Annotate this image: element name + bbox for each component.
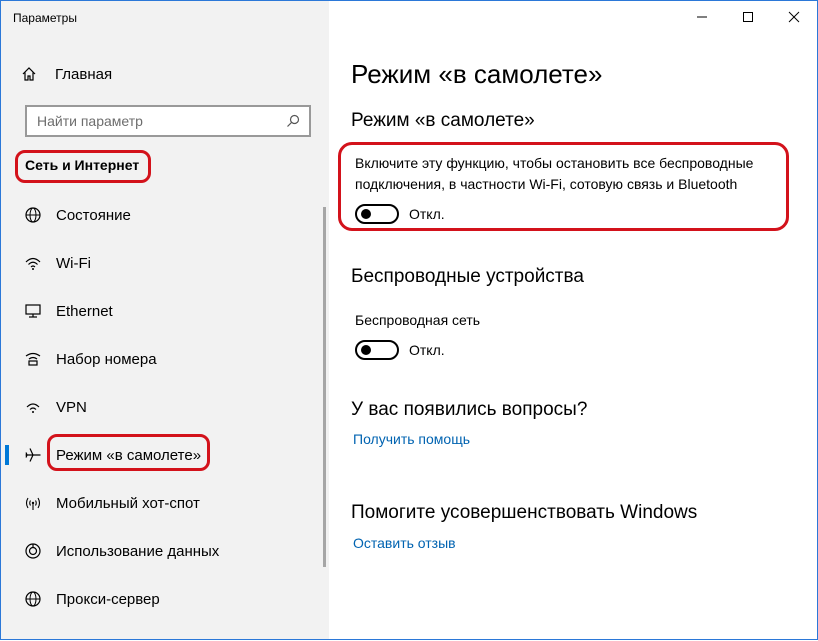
feedback-link[interactable]: Оставить отзыв	[353, 535, 456, 551]
sidebar-item-label: Мобильный хот-спот	[56, 494, 200, 512]
dialup-icon	[23, 349, 43, 369]
annotation-ring-toggle	[338, 142, 789, 231]
wireless-toggle-row[interactable]: Откл.	[355, 339, 445, 361]
sidebar-item-hotspot[interactable]: Мобильный хот-спот	[1, 479, 317, 527]
sidebar-item-label: Состояние	[56, 206, 131, 224]
sidebar-item-label: Набор номера	[56, 350, 157, 368]
proxy-globe-icon	[23, 589, 43, 609]
sidebar-item-label: Wi-Fi	[56, 254, 91, 272]
get-help-link[interactable]: Получить помощь	[353, 431, 470, 447]
annotation-ring-section	[15, 150, 151, 183]
wifi-icon	[23, 253, 43, 273]
wireless-network-toggle[interactable]	[355, 340, 399, 360]
monitor-icon	[23, 301, 43, 321]
sidebar-item-status[interactable]: Состояние	[1, 191, 317, 239]
sidebar-item-vpn[interactable]: VPN	[1, 383, 317, 431]
page-title: Режим «в самолете»	[351, 59, 603, 89]
wireless-heading: Беспроводные устройства	[351, 266, 584, 287]
sidebar-scrollbar[interactable]	[323, 207, 326, 567]
nav-list: Состояние Wi-Fi Ethernet Набор номера VP…	[1, 191, 317, 623]
active-indicator	[5, 445, 9, 465]
questions-heading: У вас появились вопросы?	[351, 399, 588, 420]
data-usage-icon	[23, 541, 43, 561]
airplane-icon	[23, 445, 43, 465]
sidebar-item-label: VPN	[56, 398, 87, 416]
improve-heading: Помогите усовершенствовать Windows	[351, 502, 698, 523]
toggle-knob	[361, 345, 371, 355]
search-box[interactable]	[25, 105, 311, 137]
sidebar-item-data-usage[interactable]: Использование данных	[1, 527, 317, 575]
home-icon	[17, 65, 41, 83]
sidebar-item-ethernet[interactable]: Ethernet	[1, 287, 317, 335]
wireless-toggle-state: Откл.	[409, 342, 445, 358]
main-content: Режим «в самолете» Режим «в самолете» Вк…	[338, 1, 801, 641]
home-label: Главная	[55, 65, 113, 83]
sidebar-item-label: Прокси-сервер	[56, 590, 160, 608]
hotspot-icon	[23, 493, 43, 513]
annotation-ring-airplane	[47, 434, 210, 471]
sidebar-item-proxy[interactable]: Прокси-сервер	[1, 575, 317, 623]
sidebar: Параметры Главная Сеть и Интернет Состоя…	[1, 1, 329, 639]
globe-icon	[23, 205, 43, 225]
search-input[interactable]	[37, 113, 285, 129]
window-title: Параметры	[13, 11, 77, 25]
wireless-network-label: Беспроводная сеть	[355, 312, 481, 328]
sidebar-item-label: Использование данных	[56, 542, 220, 560]
vpn-icon	[23, 397, 43, 417]
sidebar-item-wifi[interactable]: Wi-Fi	[1, 239, 317, 287]
airplane-heading: Режим «в самолете»	[351, 110, 535, 131]
home-nav-item[interactable]: Главная	[17, 61, 317, 87]
sidebar-item-dialup[interactable]: Набор номера	[1, 335, 317, 383]
settings-window: Параметры Главная Сеть и Интернет Состоя…	[0, 0, 818, 640]
sidebar-item-label: Ethernet	[56, 302, 113, 320]
search-icon[interactable]	[285, 113, 301, 129]
